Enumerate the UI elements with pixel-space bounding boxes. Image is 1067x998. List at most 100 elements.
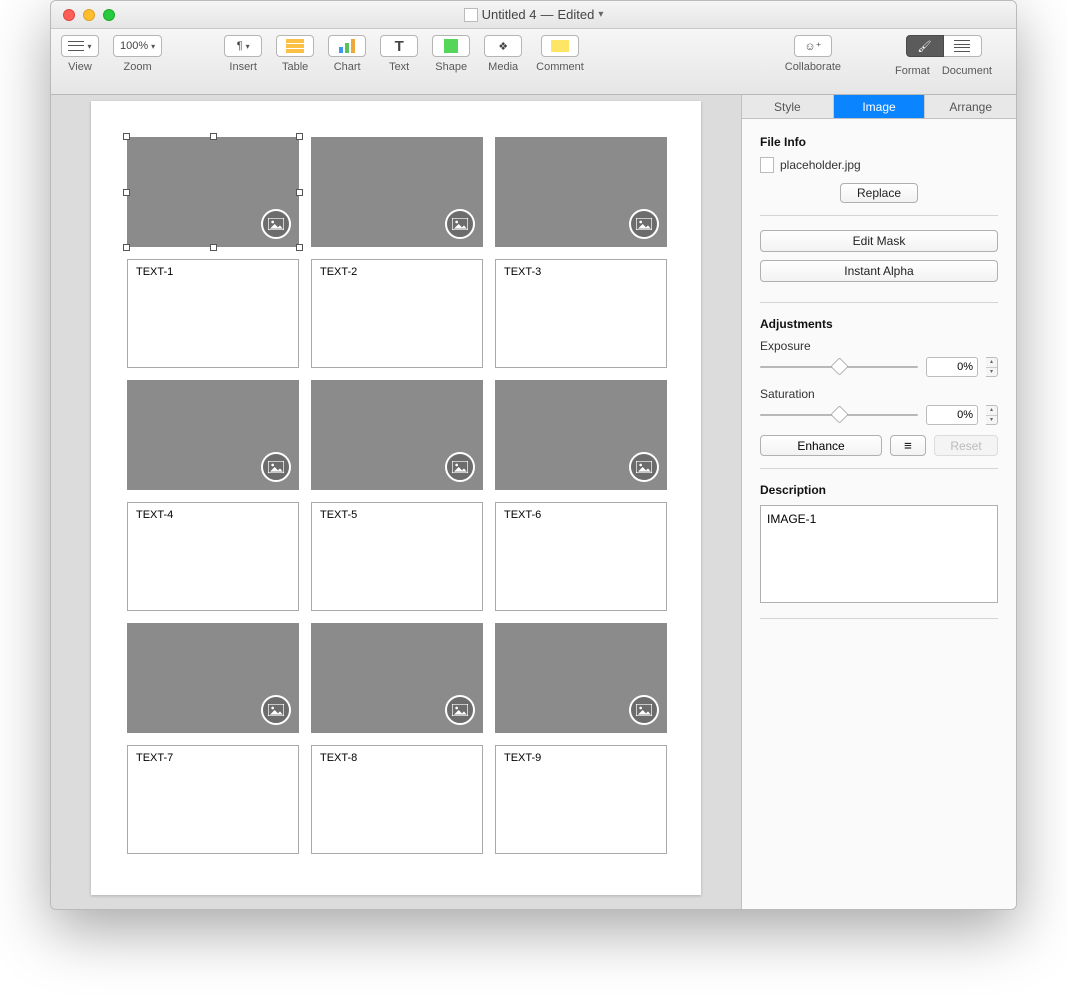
reset-button[interactable]: Reset (934, 435, 998, 456)
document-icon (464, 8, 478, 22)
file-info-row: placeholder.jpg (760, 157, 998, 173)
title-text: Untitled 4 (482, 7, 537, 22)
view-label: View (68, 61, 92, 73)
title-state: Edited (558, 7, 595, 22)
zoom-label: Zoom (124, 61, 152, 73)
image-icon[interactable] (261, 695, 291, 725)
collaborate-button[interactable]: ☺⁺ (794, 35, 832, 57)
image-placeholder-2[interactable] (311, 137, 483, 247)
exposure-slider[interactable] (760, 360, 918, 374)
saturation-stepper[interactable]: ▴▾ (986, 405, 998, 425)
text-box-4[interactable]: TEXT-4 (127, 502, 299, 611)
image-placeholder-6[interactable] (495, 380, 667, 490)
instant-alpha-button[interactable]: Instant Alpha (760, 260, 998, 282)
exposure-label: Exposure (760, 339, 998, 353)
description-heading: Description (760, 483, 998, 497)
enhance-button[interactable]: Enhance (760, 435, 882, 456)
format-label: Format (895, 65, 930, 77)
comment-label: Comment (536, 61, 584, 73)
tab-arrange[interactable]: Arrange (925, 95, 1016, 118)
tab-image[interactable]: Image (834, 95, 926, 118)
image-placeholder-9[interactable] (495, 623, 667, 733)
image-placeholder-3[interactable] (495, 137, 667, 247)
tab-style[interactable]: Style (742, 95, 834, 118)
text-box-7[interactable]: TEXT-7 (127, 745, 299, 854)
media-button[interactable]: ❖ (484, 35, 522, 57)
image-icon[interactable] (629, 452, 659, 482)
image-icon[interactable] (445, 209, 475, 239)
close-window-button[interactable] (63, 9, 75, 21)
exposure-value[interactable]: 0% (926, 357, 978, 377)
text-label: Text (389, 61, 409, 73)
table-button[interactable] (276, 35, 314, 57)
image-icon[interactable] (261, 452, 291, 482)
image-placeholder-1[interactable] (127, 137, 299, 247)
minimize-window-button[interactable] (83, 9, 95, 21)
replace-button[interactable]: Replace (840, 183, 918, 203)
adjustments-sliders-button[interactable]: ≡ (890, 435, 926, 456)
view-button[interactable]: ▾ (61, 35, 99, 57)
edit-mask-button[interactable]: Edit Mask (760, 230, 998, 252)
image-placeholder-7[interactable] (127, 623, 299, 733)
text-box-5[interactable]: TEXT-5 (311, 502, 483, 611)
fullscreen-window-button[interactable] (103, 9, 115, 21)
toolbar: ▾ View 100%▾ Zoom ¶▾ Insert Table Chart … (51, 29, 1016, 95)
resize-handle[interactable] (210, 133, 217, 140)
document-title[interactable]: Untitled 4 — Edited ▾ (51, 7, 1016, 22)
image-icon[interactable] (261, 209, 291, 239)
shape-button[interactable] (432, 35, 470, 57)
chart-label: Chart (334, 61, 361, 73)
document-button[interactable] (944, 35, 982, 57)
image-placeholder-5[interactable] (311, 380, 483, 490)
window: Untitled 4 — Edited ▾ ▾ View 100%▾ Zoom … (50, 0, 1017, 910)
canvas[interactable]: TEXT-1 TEXT-2 TEXT-3 TEXT-4 TEXT-5 TEXT-… (51, 95, 741, 909)
format-button[interactable]: 🖌 (906, 35, 944, 57)
paintbrush-icon: 🖌 (918, 40, 932, 53)
zoom-button[interactable]: 100%▾ (113, 35, 162, 57)
saturation-value[interactable]: 0% (926, 405, 978, 425)
collaborate-label: Collaborate (785, 61, 841, 73)
file-icon (760, 157, 774, 173)
titlebar: Untitled 4 — Edited ▾ (51, 1, 1016, 29)
resize-handle[interactable] (123, 189, 130, 196)
saturation-slider[interactable] (760, 408, 918, 422)
resize-handle[interactable] (123, 133, 130, 140)
media-label: Media (488, 61, 518, 73)
text-button[interactable]: T (380, 35, 418, 57)
resize-handle[interactable] (296, 244, 303, 251)
text-box-8[interactable]: TEXT-8 (311, 745, 483, 854)
resize-handle[interactable] (123, 244, 130, 251)
page: TEXT-1 TEXT-2 TEXT-3 TEXT-4 TEXT-5 TEXT-… (91, 101, 701, 895)
exposure-stepper[interactable]: ▴▾ (986, 357, 998, 377)
text-box-9[interactable]: TEXT-9 (495, 745, 667, 854)
image-icon[interactable] (629, 695, 659, 725)
image-icon[interactable] (445, 452, 475, 482)
text-box-2[interactable]: TEXT-2 (311, 259, 483, 368)
insert-button[interactable]: ¶▾ (224, 35, 262, 57)
sliders-icon: ≡ (904, 438, 912, 453)
comment-button[interactable] (541, 35, 579, 57)
adjustments-heading: Adjustments (760, 317, 998, 331)
chevron-down-icon: ▾ (598, 9, 603, 20)
shape-label: Shape (435, 61, 467, 73)
text-box-3[interactable]: TEXT-3 (495, 259, 667, 368)
inspector: Style Image Arrange File Info placeholde… (741, 95, 1016, 909)
text-box-6[interactable]: TEXT-6 (495, 502, 667, 611)
image-icon[interactable] (629, 209, 659, 239)
table-label: Table (282, 61, 308, 73)
user-plus-icon: ☺⁺ (804, 40, 821, 53)
description-field[interactable] (760, 505, 998, 603)
image-icon[interactable] (445, 695, 475, 725)
image-placeholder-8[interactable] (311, 623, 483, 733)
text-box-1[interactable]: TEXT-1 (127, 259, 299, 368)
resize-handle[interactable] (296, 189, 303, 196)
insert-label: Insert (229, 61, 257, 73)
chart-button[interactable] (328, 35, 366, 57)
saturation-label: Saturation (760, 387, 998, 401)
filename: placeholder.jpg (780, 158, 861, 172)
media-icon: ❖ (498, 40, 508, 53)
document-label: Document (942, 65, 992, 77)
resize-handle[interactable] (210, 244, 217, 251)
image-placeholder-4[interactable] (127, 380, 299, 490)
resize-handle[interactable] (296, 133, 303, 140)
